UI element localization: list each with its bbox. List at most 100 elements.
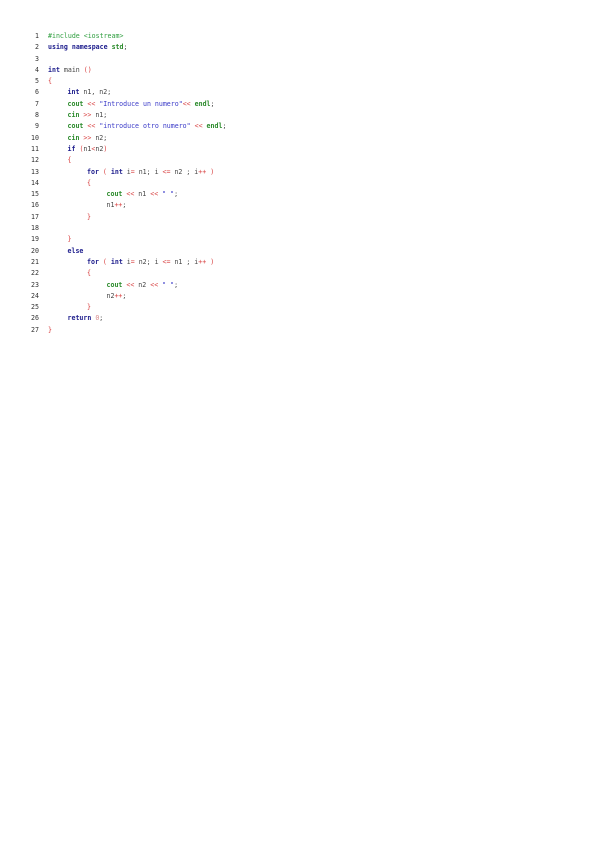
code-token: for	[87, 167, 99, 176]
code-token: cin	[67, 111, 80, 120]
code-line: 15 cout << n1 << " ";	[0, 189, 599, 200]
code-token: "introduce otro numero"	[99, 122, 191, 131]
code-token: }	[48, 325, 52, 334]
code-token: ;	[122, 201, 127, 210]
code-line: 16 n1++;	[0, 200, 599, 211]
code-line: 5{	[0, 76, 599, 87]
code-token: ;	[222, 122, 227, 131]
code-line: 6 int n1, n2;	[0, 87, 599, 98]
line-code: if (n1<n2)	[68, 144, 108, 155]
line-code: {	[87, 178, 91, 189]
code-token: )	[103, 144, 108, 153]
code-line: 1 #include <iostream>	[0, 31, 599, 42]
code-line: 3	[0, 54, 599, 65]
code-token: n2;	[91, 133, 108, 142]
line-number: 11	[31, 144, 39, 153]
line-code: using namespace std;	[48, 42, 127, 53]
code-line: 20 else	[0, 246, 599, 257]
line-number: 16	[31, 201, 39, 210]
code-token: endl	[194, 99, 211, 108]
line-code: n1++;	[107, 200, 127, 211]
line-number: 7	[35, 99, 39, 108]
code-token: int	[67, 88, 80, 97]
line-code: int main ()	[48, 65, 92, 76]
code-token: for	[87, 257, 99, 266]
code-token: {	[48, 77, 52, 86]
line-number: 9	[35, 122, 39, 131]
code-token: n1, n2;	[79, 88, 112, 97]
line-number: 12	[31, 156, 39, 165]
code-token: cout	[67, 99, 84, 108]
line-code: {	[48, 76, 52, 87]
code-line: 14 {	[0, 178, 599, 189]
code-token: return	[67, 314, 92, 323]
code-token: <<	[182, 99, 191, 108]
code-token: n2; i	[134, 257, 163, 266]
code-token: <<	[150, 190, 159, 199]
code-token: int	[48, 65, 60, 74]
code-token: ;	[99, 314, 104, 323]
code-token: n2 ; i	[170, 167, 199, 176]
line-code: }	[87, 302, 91, 313]
line-number: 2	[35, 43, 39, 52]
code-line: 12 {	[0, 155, 599, 166]
line-number: 1	[35, 32, 39, 40]
line-code: cin >> n2;	[68, 133, 108, 144]
line-number: 5	[35, 77, 39, 86]
code-line: 11 if (n1<n2)	[0, 144, 599, 155]
line-number: 25	[31, 303, 39, 312]
code-token: {	[87, 178, 91, 187]
line-number: 24	[31, 291, 39, 300]
line-code: else	[68, 246, 84, 257]
code-line: 17}	[0, 212, 599, 223]
code-token: cout	[106, 280, 123, 289]
code-token: {	[87, 269, 91, 278]
code-token: else	[67, 246, 84, 255]
code-token: n1 ; i	[170, 257, 199, 266]
code-token: {	[67, 156, 72, 165]
code-line: 7 cout << "Introduce un numero"<< endl;	[0, 99, 599, 110]
code-token: <<	[150, 280, 159, 289]
code-line: 27}	[0, 325, 599, 336]
line-number: 22	[31, 269, 39, 278]
code-line: 24 n2++;	[0, 291, 599, 302]
line-code: for ( int i= n2; i <= n1 ; i++ )	[87, 257, 214, 268]
code-token: ;	[174, 280, 179, 289]
code-token: )	[210, 257, 215, 266]
line-code: }	[87, 212, 91, 223]
line-code: {	[87, 268, 91, 279]
line-number: 20	[31, 246, 39, 255]
code-line: 8 cin >> n1;	[0, 110, 599, 121]
code-token: ;	[210, 99, 215, 108]
code-token: n1; i	[134, 167, 163, 176]
code-token: }	[87, 212, 91, 221]
code-token: i	[122, 167, 131, 176]
code-token: " "	[162, 280, 175, 289]
code-line: 23 cout << n2 << " ";	[0, 280, 599, 291]
line-number: 17	[31, 212, 39, 221]
line-number: 14	[31, 178, 39, 187]
code-token: " "	[162, 190, 175, 199]
code-token: namespace	[71, 43, 108, 52]
code-token: ;	[174, 190, 179, 199]
code-token: )	[210, 167, 215, 176]
code-token: cout	[67, 122, 84, 131]
line-code: cin >> n1;	[68, 110, 108, 121]
code-token: #include <iostream>	[48, 32, 124, 40]
line-number: 15	[31, 190, 39, 199]
code-token: int	[110, 257, 123, 266]
line-number: 10	[31, 133, 39, 142]
code-token: n2	[134, 280, 151, 289]
code-line: 18	[0, 223, 599, 234]
code-token: cin	[67, 133, 80, 142]
line-code: #include <iostream>	[48, 31, 123, 42]
line-code: cout << "Introduce un numero"<< endl;	[68, 99, 215, 110]
line-code: return 0;	[68, 313, 104, 324]
line-number: 23	[31, 280, 39, 289]
line-code: cout << n2 << " ";	[107, 280, 179, 291]
code-token: ;	[123, 43, 128, 52]
code-token: std	[111, 43, 124, 52]
code-line: 25}	[0, 302, 599, 313]
code-line: 4 int main ()	[0, 65, 599, 76]
line-number: 19	[31, 235, 39, 244]
